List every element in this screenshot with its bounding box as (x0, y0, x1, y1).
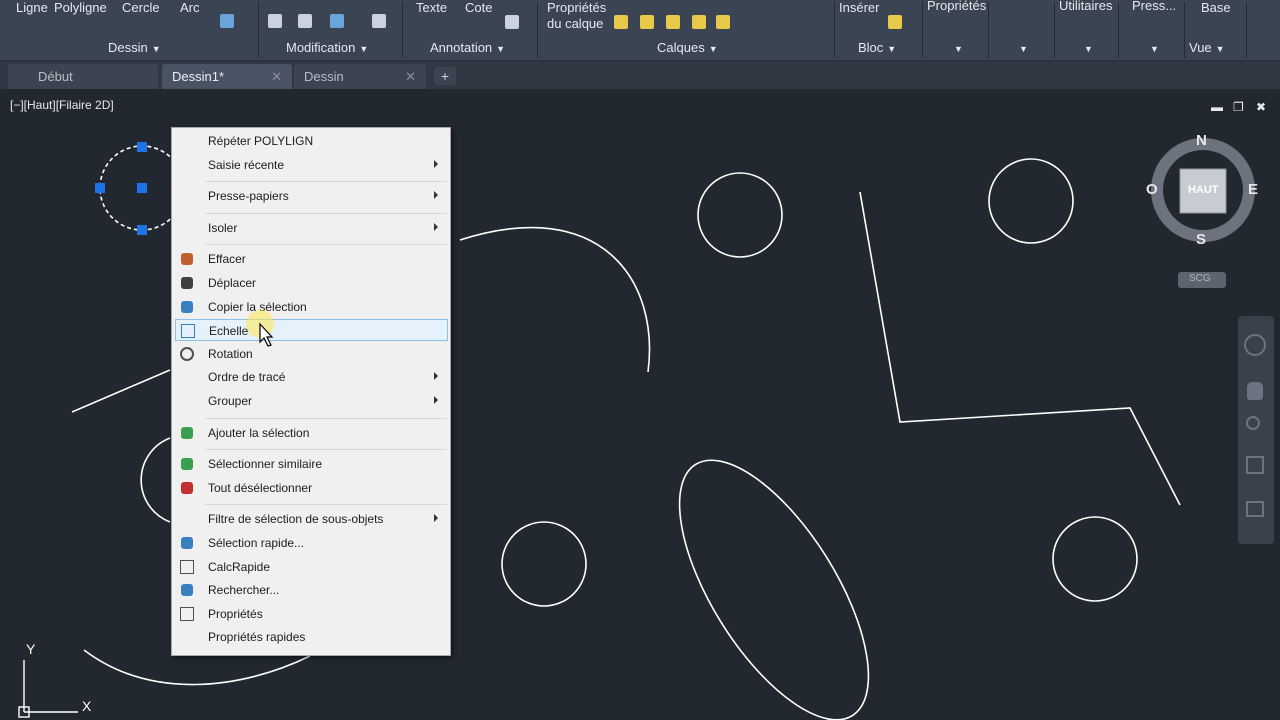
rotate-icon (180, 346, 194, 361)
add-selection-icon (181, 426, 193, 439)
menu-item-repeter-polylign[interactable]: Répéter POLYLIGN (175, 130, 448, 152)
menu-item-selection-rapide[interactable]: Sélection rapide... (175, 532, 448, 554)
polyline-right[interactable] (859, 191, 1181, 506)
viewport-controls[interactable]: [−][Haut][Filaire 2D] (10, 98, 114, 112)
calculator-icon (180, 559, 194, 574)
menu-item-label: Propriétés (208, 606, 263, 621)
menu-item-proprietes[interactable]: Propriétés (175, 603, 448, 625)
menu-item-label: Propriétés rapides (208, 630, 306, 645)
grip-left[interactable] (95, 183, 105, 193)
menu-item-label: Isoler (208, 220, 238, 235)
submenu-arrow-icon (434, 159, 438, 168)
zoom-icon[interactable] (1246, 416, 1260, 430)
menu-item-deplacer[interactable]: Déplacer (175, 272, 448, 294)
menu-item-label: Echelle (209, 324, 249, 339)
menu-item-label: CalcRapide (208, 559, 271, 574)
menu-item-rotation[interactable]: Rotation (175, 343, 448, 365)
menu-separator (205, 449, 447, 451)
compass-east[interactable]: E (1248, 181, 1258, 198)
navigation-bar (1238, 316, 1274, 544)
menu-separator (205, 212, 447, 214)
compass-west[interactable]: O (1146, 181, 1158, 198)
menu-separator (205, 417, 447, 419)
select-similar-icon (181, 458, 193, 471)
restore-icon[interactable]: ❐ (1233, 100, 1244, 114)
circle-bottom[interactable] (501, 521, 587, 607)
menu-item-label: Sélectionner similaire (208, 457, 323, 472)
menu-item-saisie-recente[interactable]: Saisie récente (175, 154, 448, 176)
submenu-arrow-icon (434, 191, 438, 200)
submenu-arrow-icon (434, 372, 438, 381)
menu-item-label: Déplacer (208, 276, 257, 290)
menu-item-ordre-de-trace[interactable]: Ordre de tracé (175, 366, 448, 388)
context-menu: Répéter POLYLIGN Saisie récente Presse-pap… (171, 127, 451, 656)
showmotion-icon[interactable] (1246, 501, 1264, 517)
menu-item-tout-deselectionner[interactable]: Tout désélectionner (175, 477, 448, 499)
pan-icon[interactable] (1247, 382, 1263, 400)
ellipse-center[interactable] (643, 432, 905, 720)
menu-item-filtre-de-selection-de-sous-objets[interactable]: Filtre de sélection de sous-objets (175, 508, 448, 530)
menu-item-label: Tout désélectionner (208, 480, 313, 495)
circle-top[interactable] (697, 172, 783, 258)
menu-item-label: Saisie récente (208, 157, 285, 172)
menu-item-rechercher[interactable]: Rechercher... (175, 579, 448, 601)
menu-item-selectionner-similaire[interactable]: Sélectionner similaire (175, 453, 448, 475)
viewcube-top-face[interactable]: HAUT (1188, 184, 1219, 196)
close-icon[interactable]: ✖ (1256, 100, 1266, 114)
menu-item-label: Ordre de tracé (208, 370, 286, 385)
compass-south[interactable]: S (1196, 231, 1206, 248)
circle-bottom-right[interactable] (1052, 516, 1138, 602)
line-left[interactable] (71, 369, 171, 413)
ucs-icon (18, 660, 78, 718)
submenu-arrow-icon (434, 396, 438, 404)
menu-separator (205, 181, 447, 183)
eraser-icon (181, 253, 193, 266)
arc-left[interactable] (140, 437, 171, 523)
minimize-icon[interactable]: ▬ (1211, 100, 1223, 114)
circle-top-right[interactable] (988, 158, 1074, 244)
menu-item-label: Ajouter la sélection (208, 425, 310, 440)
menu-item-grouper[interactable]: Grouper (175, 390, 448, 412)
menu-item-calcrapide[interactable]: CalcRapide (175, 556, 448, 578)
menu-item-label: Effacer (208, 252, 246, 267)
menu-separator (205, 504, 447, 506)
menu-item-ajouter-la-selection[interactable]: Ajouter la sélection (175, 422, 448, 444)
mouse-cursor-icon (246, 310, 274, 347)
deselect-all-icon (181, 481, 193, 494)
properties-icon (180, 606, 194, 621)
menu-item-label: Sélection rapide... (208, 536, 305, 550)
grip-center[interactable] (137, 183, 147, 193)
scale-icon (181, 324, 195, 339)
steering-wheel-icon[interactable] (1244, 334, 1266, 356)
menu-separator (205, 244, 447, 246)
menu-item-echelle[interactable]: Echelle (175, 319, 448, 342)
compass-north[interactable]: N (1196, 132, 1207, 149)
menu-item-isoler[interactable]: Isoler (175, 217, 448, 239)
arc-top[interactable] (459, 226, 651, 373)
grip-top[interactable] (137, 142, 147, 152)
menu-item-label: Filtre de sélection de sous-objets (208, 512, 384, 527)
copy-selection-icon (181, 300, 193, 313)
menu-item-presse-papiers[interactable]: Presse-papiers (175, 185, 448, 207)
menu-item-label: Grouper (208, 394, 253, 408)
grip-bottom[interactable] (137, 225, 147, 235)
move-icon (181, 277, 193, 289)
menu-item-effacer[interactable]: Effacer (175, 248, 448, 270)
ucs-x-label: X (82, 698, 92, 714)
menu-item-copier-la-selection[interactable]: Copier la sélection (175, 296, 448, 318)
menu-item-label: Rechercher... (208, 583, 280, 598)
ucs-menu[interactable]: SCG (1189, 273, 1211, 284)
find-icon (181, 584, 193, 597)
menu-item-proprietes-rapides[interactable]: Propriétés rapides (175, 626, 448, 648)
orbit-icon[interactable] (1246, 456, 1264, 474)
menu-item-label: Répéter POLYLIGN (208, 134, 314, 148)
menu-item-label: Presse-papiers (208, 189, 289, 204)
submenu-arrow-icon (434, 222, 438, 231)
submenu-arrow-icon (434, 514, 438, 523)
quick-select-icon (181, 537, 193, 549)
ucs-y-label: Y (26, 641, 36, 657)
